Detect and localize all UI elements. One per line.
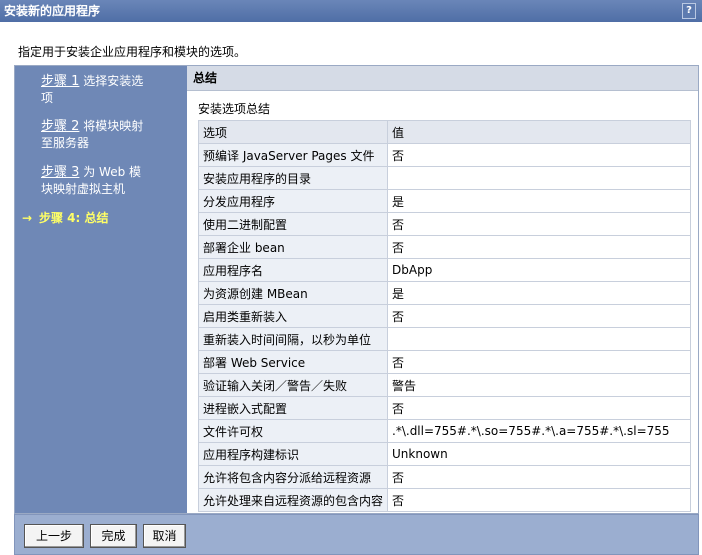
current-step-arrow-icon: → — [21, 211, 33, 225]
option-cell: 文件许可权 — [197, 419, 389, 443]
value-cell: 否 — [387, 465, 691, 489]
option-cell: 应用程序名 — [197, 258, 389, 282]
table-row: 安装应用程序的目录 — [197, 166, 691, 190]
value-cell: DbApp — [387, 258, 691, 282]
value-cell — [387, 166, 691, 190]
value-cell: Unknown — [387, 442, 691, 466]
table-row: 分发应用程序是 — [197, 189, 691, 213]
column-header-value: 值 — [387, 120, 691, 144]
option-cell: 允许将包含内容分派给远程资源 — [197, 465, 389, 489]
value-cell: 否 — [387, 488, 691, 512]
table-header-row: 选项 值 — [197, 120, 691, 144]
wizard-panel: 步骤 1 选择安装选 项 步骤 2 将模块映射 至服务器 步骤 3 为 Web … — [14, 65, 699, 514]
option-cell: 部署企业 bean — [197, 235, 389, 259]
table-row: 使用二进制配置否 — [197, 212, 691, 236]
value-cell: 否 — [387, 212, 691, 236]
table-row: 为资源创建 MBean 是 — [197, 281, 691, 305]
table-row: 应用程序名 DbApp — [197, 258, 691, 282]
table-row: 允许将包含内容分派给远程资源否 — [197, 465, 691, 489]
table-row: 验证输入关闭／警告／失败 警告 — [197, 373, 691, 397]
summary-panel: 总结 安装选项总结 选项 值 预编译 JavaServer Pages 文件否安… — [187, 66, 698, 513]
table-row: 重新装入时间间隔，以秒为单位 — [197, 327, 691, 351]
step-3-label-cont: 块映射虚拟主机 — [41, 182, 126, 196]
value-cell: 否 — [387, 350, 691, 374]
step-1-label: 选择安装选 — [83, 74, 144, 88]
step-4-label: 步骤 4: 总结 — [39, 211, 109, 225]
value-cell: 否 — [387, 143, 691, 167]
step-3[interactable]: 步骤 3 为 Web 模 块映射虚拟主机 — [15, 164, 187, 198]
table-row: 文件许可权 .*\.dll=755#.*\.so=755#.*\.a=755#.*… — [197, 419, 691, 443]
step-2[interactable]: 步骤 2 将模块映射 至服务器 — [15, 118, 187, 152]
option-cell: 重新装入时间间隔，以秒为单位 — [197, 327, 389, 351]
option-cell: 验证输入关闭／警告／失败 — [197, 373, 389, 397]
option-cell: 部署 Web Service — [197, 350, 389, 374]
table-row: 部署企业 bean 否 — [197, 235, 691, 259]
step-1-label-cont: 项 — [41, 91, 54, 105]
value-cell: 否 — [387, 304, 691, 328]
value-cell: 否 — [387, 235, 691, 259]
option-cell: 启用类重新装入 — [197, 304, 389, 328]
window-title: 安装新的应用程序 — [4, 4, 101, 18]
value-cell — [387, 327, 691, 351]
wizard-steps-sidebar: 步骤 1 选择安装选 项 步骤 2 将模块映射 至服务器 步骤 3 为 Web … — [15, 66, 187, 513]
value-cell: 警告 — [387, 373, 691, 397]
step-1[interactable]: 步骤 1 选择安装选 项 — [15, 73, 187, 107]
option-cell: 安装应用程序的目录 — [197, 166, 389, 190]
table-row: 部署 Web Service 否 — [197, 350, 691, 374]
step-2-link[interactable]: 步骤 2 — [41, 119, 79, 134]
column-header-option: 选项 — [197, 120, 389, 144]
option-cell: 预编译 JavaServer Pages 文件 — [197, 143, 389, 167]
option-cell: 分发应用程序 — [197, 189, 389, 213]
summary-header: 总结 — [187, 66, 698, 91]
step-4-current: → 步骤 4: 总结 — [15, 210, 187, 227]
table-row: 应用程序构建标识 Unknown — [197, 442, 691, 466]
cancel-button[interactable]: 取消 — [143, 524, 186, 548]
value-cell: 是 — [387, 281, 691, 305]
step-3-link[interactable]: 步骤 3 — [41, 165, 79, 180]
value-cell: 否 — [387, 396, 691, 420]
table-row: 进程嵌入式配置否 — [197, 396, 691, 420]
window-titlebar: 安装新的应用程序 ? — [0, 0, 702, 22]
option-cell: 进程嵌入式配置 — [197, 396, 389, 420]
option-cell: 使用二进制配置 — [197, 212, 389, 236]
finish-button[interactable]: 完成 — [90, 524, 137, 548]
step-2-label-cont: 至服务器 — [41, 136, 90, 150]
instruction-text: 指定用于安装企业应用程序和模块的选项。 — [18, 45, 247, 59]
help-icon[interactable]: ? — [682, 3, 696, 19]
value-cell: .*\.dll=755#.*\.so=755#.*\.a=755#.*\.sl=… — [387, 419, 691, 443]
value-cell: 是 — [387, 189, 691, 213]
summary-table: 选项 值 预编译 JavaServer Pages 文件否安装应用程序的目录 分发… — [197, 120, 691, 512]
summary-section-title: 安装选项总结 — [198, 102, 271, 116]
step-1-link[interactable]: 步骤 1 — [41, 74, 79, 89]
table-row: 启用类重新装入否 — [197, 304, 691, 328]
table-row: 允许处理来自远程资源的包含内容否 — [197, 488, 691, 512]
step-2-label: 将模块映射 — [83, 119, 144, 133]
option-cell: 为资源创建 MBean — [197, 281, 389, 305]
option-cell: 应用程序构建标识 — [197, 442, 389, 466]
option-cell: 允许处理来自远程资源的包含内容 — [197, 488, 389, 512]
table-row: 预编译 JavaServer Pages 文件否 — [197, 143, 691, 167]
step-3-label: 为 Web 模 — [83, 165, 142, 179]
wizard-footer: 上一步 完成 取消 — [14, 514, 699, 555]
previous-button[interactable]: 上一步 — [24, 524, 84, 548]
